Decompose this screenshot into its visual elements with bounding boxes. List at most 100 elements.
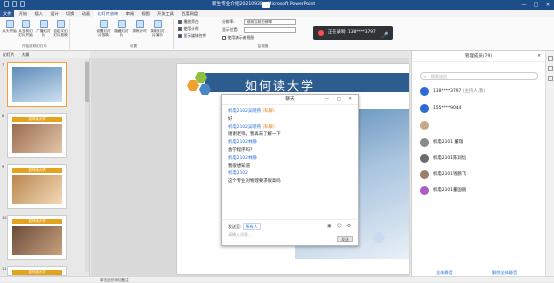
slide-image bbox=[12, 175, 62, 204]
custom-show-icon bbox=[56, 20, 65, 28]
tab-slides[interactable]: 幻灯片 bbox=[0, 52, 17, 57]
message-sender: 机电2102吴晓燕 (私聊) bbox=[228, 124, 275, 130]
message-sender: 机电2102林静 bbox=[228, 155, 257, 161]
setup-icon bbox=[99, 20, 108, 28]
slide-thumbnail[interactable]: 10 如何读大学 bbox=[2, 215, 67, 260]
show-on-select[interactable] bbox=[244, 27, 296, 33]
message-text: 会学程序吗? bbox=[228, 147, 253, 153]
chat-footer: 发送至: 所有人 ▣ ☺ ⚙ 请输入消息... 发送 bbox=[222, 219, 358, 245]
message-sender: 机电2102吴晓燕 (私聊) bbox=[228, 109, 275, 114]
slide-thumbnail[interactable]: 9 如何读大学 bbox=[2, 164, 67, 209]
slide-title: 如何读大学 bbox=[245, 79, 316, 93]
right-sidebar bbox=[545, 51, 554, 276]
ribbon-tabs: 文件 开始 插入 设计 切换 动画 幻灯片放映 审阅 视图 开发工具 百度网盘 bbox=[0, 10, 554, 18]
play-narration-checkbox[interactable]: 播放旁白 bbox=[178, 19, 199, 24]
timer-icon bbox=[135, 20, 144, 28]
emoji-icon[interactable]: ☺ bbox=[337, 224, 344, 229]
monitor-group: 分辨率: 使用当前分辨率 显示位置: 使用演示者视图 监视器 bbox=[218, 19, 308, 49]
member-icon[interactable] bbox=[547, 56, 553, 61]
member-item[interactable]: 138****3797 (主持人,我) bbox=[420, 86, 540, 98]
member-item[interactable] bbox=[420, 120, 540, 132]
thumbnail-scrollbar[interactable] bbox=[85, 60, 89, 272]
avatar bbox=[420, 104, 429, 113]
tab-animations[interactable]: 动画 bbox=[79, 10, 93, 17]
member-item[interactable]: 机电2101陈润恺 bbox=[420, 153, 540, 165]
show-media-controls-checkbox[interactable]: 显示媒体控件 bbox=[178, 33, 206, 38]
broadcast-button[interactable]: 广播幻灯片 bbox=[36, 20, 51, 37]
panel-tabs: 幻灯片 大纲 bbox=[0, 51, 90, 58]
message-sender: 机电2102林静 bbox=[228, 140, 257, 146]
avatar bbox=[420, 121, 429, 130]
slide-thumbnail[interactable]: 11 如何读大学 bbox=[2, 266, 67, 276]
rehearse-timings-button[interactable]: 排练计时 bbox=[132, 20, 147, 33]
redo-icon[interactable] bbox=[20, 1, 25, 7]
tab-developer[interactable]: 开发工具 bbox=[154, 10, 177, 17]
from-current-button[interactable]: 从当前幻灯片开始 bbox=[18, 20, 33, 37]
recording-indicator[interactable]: 正在录制: 138****3797 🎤 bbox=[313, 26, 393, 40]
title-bar: 新生专业介绍20210928 - Microsoft PowerPoint — … bbox=[0, 0, 554, 10]
image-icon[interactable]: ▣ bbox=[327, 224, 333, 229]
tab-file[interactable]: 文件 bbox=[0, 10, 15, 17]
notes-placeholder[interactable]: 单击此处添加备注 bbox=[0, 278, 129, 282]
message-sender: 机电2102 bbox=[228, 171, 248, 177]
resolution-select[interactable]: 使用当前分辨率 bbox=[244, 19, 296, 25]
members-panel: 管理成员(79) ✕ ⌕ 搜索成员 138****3797 (主持人,我) 15… bbox=[411, 51, 545, 276]
member-item[interactable]: 机电2101钱鹏飞 bbox=[420, 169, 540, 181]
custom-slideshow-button[interactable]: 自定义幻灯片放映 bbox=[53, 20, 68, 37]
slide-thumbnails: 7 8 如何读大学 9 如何读大学 10 如何读大学 11 如何读大学 bbox=[0, 58, 90, 276]
slide-thumbnail[interactable]: 8 如何读大学 bbox=[2, 113, 67, 158]
status-bar: 单击此处添加备注 bbox=[0, 276, 554, 282]
tab-review[interactable]: 审阅 bbox=[123, 10, 137, 17]
use-timings-checkbox[interactable]: 使用计时 bbox=[178, 26, 199, 31]
member-item[interactable]: 155****9044 bbox=[420, 103, 540, 115]
avatar bbox=[420, 186, 429, 195]
recording-dot-icon bbox=[318, 30, 324, 36]
hide-slide-icon bbox=[117, 20, 126, 28]
group-label: 开始放映幻灯片 bbox=[21, 44, 48, 48]
chat-input[interactable]: 请输入消息... bbox=[228, 232, 252, 238]
tab-design[interactable]: 设计 bbox=[47, 10, 61, 17]
close-icon[interactable]: ✕ bbox=[537, 51, 541, 62]
maximize-button[interactable]: □ bbox=[530, 0, 542, 10]
message-text: 我很想知道 bbox=[228, 163, 250, 169]
tab-home[interactable]: 开始 bbox=[16, 10, 30, 17]
member-search-input[interactable]: ⌕ 搜索成员 bbox=[420, 72, 538, 80]
chat-messages: 机电2102吴晓燕 (私聊) 好 机电2102吴晓燕 (私聊) 谢谢老师。我再去… bbox=[228, 108, 352, 186]
slide-thumbnail[interactable]: 7 bbox=[2, 62, 67, 107]
chat-tools: ▣ ☺ ⚙ bbox=[327, 224, 353, 229]
record-slideshow-button[interactable]: 录制幻灯片演示 bbox=[150, 20, 165, 37]
avatar bbox=[420, 170, 429, 179]
member-item[interactable]: 机电2101董国丽 bbox=[420, 185, 540, 197]
save-icon[interactable] bbox=[4, 1, 9, 7]
member-item[interactable]: 机电2101 董瑞 bbox=[420, 137, 540, 149]
chat-window[interactable]: 聊天 — □ ✕ 机电2102吴晓燕 (私聊) 好 机电2102吴晓燕 (私聊)… bbox=[221, 94, 359, 246]
microphone-icon[interactable]: 🎤 bbox=[381, 29, 388, 43]
slideshow-icon bbox=[5, 20, 14, 28]
send-to-select[interactable]: 所有人 bbox=[242, 223, 261, 230]
tab-transitions[interactable]: 切换 bbox=[63, 10, 77, 17]
avatar bbox=[420, 87, 429, 96]
setup-group: 设置幻灯片放映 隐藏幻灯片 排练计时 录制幻灯片演示 设置 bbox=[94, 19, 174, 49]
chat-window-controls[interactable]: — □ ✕ bbox=[325, 95, 355, 105]
send-button[interactable]: 发送 bbox=[337, 236, 353, 242]
tab-view[interactable]: 视图 bbox=[138, 10, 152, 17]
tab-insert[interactable]: 插入 bbox=[31, 10, 45, 17]
share-icon[interactable] bbox=[547, 76, 553, 81]
presenter-view-checkbox[interactable]: 使用演示者视图 bbox=[222, 35, 254, 40]
message-text: 这个专业对物理要求很高吗 bbox=[228, 179, 281, 185]
settings-icon[interactable]: ⚙ bbox=[347, 224, 353, 229]
minimize-button[interactable]: — bbox=[518, 0, 530, 10]
close-button[interactable]: ✕ bbox=[542, 0, 554, 10]
record-icon bbox=[153, 20, 162, 28]
slide-image bbox=[12, 67, 62, 102]
tab-baidu-netdisk[interactable]: 百度网盘 bbox=[178, 10, 201, 17]
show-on-label: 显示位置: bbox=[222, 27, 239, 32]
tab-outline[interactable]: 大纲 bbox=[19, 52, 33, 57]
chat-icon[interactable] bbox=[547, 66, 553, 71]
undo-icon[interactable] bbox=[12, 1, 17, 7]
setup-slideshow-button[interactable]: 设置幻灯片放映 bbox=[96, 20, 111, 37]
slide-title-bar: 如何读大学 bbox=[205, 73, 409, 93]
hide-slide-button[interactable]: 隐藏幻灯片 bbox=[114, 20, 129, 37]
from-beginning-button[interactable]: 从头开始 bbox=[2, 20, 17, 33]
record-indicator-icon bbox=[262, 2, 270, 8]
